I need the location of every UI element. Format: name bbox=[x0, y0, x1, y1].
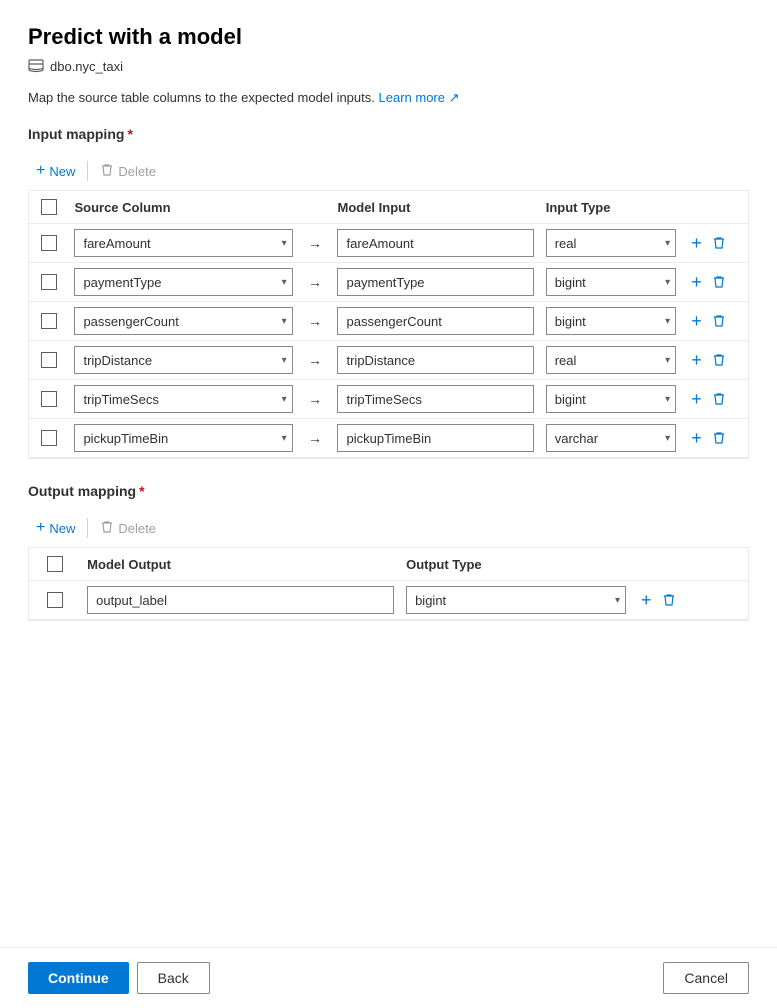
output-type-select-1[interactable]: bigint bbox=[406, 586, 626, 614]
required-star: * bbox=[127, 126, 132, 142]
input-mapping-section: Input mapping* + New Delete bbox=[28, 126, 749, 459]
arrow-1: → bbox=[308, 235, 322, 251]
input-mapping-title: Input mapping* bbox=[28, 126, 749, 142]
input-type-select-6[interactable]: varchar bbox=[546, 424, 676, 452]
input-mapping-row: passengerCount▾→bigint▾+ bbox=[29, 302, 748, 341]
input-row-checkbox-2[interactable] bbox=[41, 274, 57, 290]
output-delete-button[interactable]: Delete bbox=[92, 516, 164, 541]
input-mapping-row: paymentType▾→bigint▾+ bbox=[29, 263, 748, 302]
model-input-field-4[interactable] bbox=[337, 346, 533, 374]
arrow-6: → bbox=[308, 430, 322, 446]
description-text: Map the source table columns to the expe… bbox=[28, 90, 749, 106]
output-type-header: Output Type bbox=[400, 548, 632, 581]
page-title: Predict with a model bbox=[28, 24, 749, 50]
input-type-select-1[interactable]: real bbox=[546, 229, 676, 257]
db-label: dbo.nyc_taxi bbox=[50, 59, 123, 74]
input-mapping-row: fareAmount▾→real▾+ bbox=[29, 224, 748, 263]
select-all-input-checkbox[interactable] bbox=[41, 199, 57, 215]
add-row-button-6[interactable]: + bbox=[688, 425, 705, 452]
delete-row-button-4[interactable] bbox=[709, 350, 729, 370]
source-column-select-6[interactable]: pickupTimeBin bbox=[74, 424, 292, 452]
add-row-button-2[interactable]: + bbox=[688, 269, 705, 296]
model-output-header: Model Output bbox=[81, 548, 400, 581]
output-mapping-section: Output mapping* + New Delete bbox=[28, 483, 749, 621]
output-new-button[interactable]: + New bbox=[28, 515, 83, 541]
arrow-5: → bbox=[308, 391, 322, 407]
delete-row-button-1[interactable] bbox=[709, 233, 729, 253]
arrow-4: → bbox=[308, 352, 322, 368]
source-column-select-1[interactable]: fareAmount bbox=[74, 229, 292, 257]
delete-output-row-button-1[interactable] bbox=[659, 590, 679, 610]
source-column-header: Source Column bbox=[68, 191, 298, 224]
select-all-output-checkbox[interactable] bbox=[47, 556, 63, 572]
input-row-checkbox-3[interactable] bbox=[41, 313, 57, 329]
model-input-field-5[interactable] bbox=[337, 385, 533, 413]
model-input-field-1[interactable] bbox=[337, 229, 533, 257]
back-button[interactable]: Back bbox=[137, 962, 210, 994]
source-column-select-3[interactable]: passengerCount bbox=[74, 307, 292, 335]
output-mapping-row: bigint▾+ bbox=[29, 581, 748, 620]
add-row-button-1[interactable]: + bbox=[688, 230, 705, 257]
source-column-select-2[interactable]: paymentType bbox=[74, 268, 292, 296]
input-type-select-4[interactable]: real bbox=[546, 346, 676, 374]
output-mapping-title: Output mapping* bbox=[28, 483, 749, 499]
output-required-star: * bbox=[139, 483, 144, 499]
continue-button[interactable]: Continue bbox=[28, 962, 129, 994]
input-mapping-row: tripDistance▾→real▾+ bbox=[29, 341, 748, 380]
input-mapping-table: Source Column Model Input Input Type far… bbox=[29, 191, 748, 458]
input-row-checkbox-6[interactable] bbox=[41, 430, 57, 446]
input-type-select-5[interactable]: bigint bbox=[546, 385, 676, 413]
output-mapping-toolbar: + New Delete bbox=[28, 509, 749, 547]
add-output-row-button-1[interactable]: + bbox=[638, 587, 655, 614]
db-info: dbo.nyc_taxi bbox=[28, 58, 749, 74]
add-row-button-3[interactable]: + bbox=[688, 308, 705, 335]
model-output-field-1[interactable] bbox=[87, 586, 394, 614]
model-input-field-6[interactable] bbox=[337, 424, 533, 452]
input-type-select-3[interactable]: bigint bbox=[546, 307, 676, 335]
database-icon bbox=[28, 58, 44, 74]
delete-icon bbox=[100, 163, 114, 180]
toolbar-divider bbox=[87, 161, 88, 181]
delete-row-button-6[interactable] bbox=[709, 428, 729, 448]
output-row-checkbox-1[interactable] bbox=[47, 592, 63, 608]
delete-row-button-3[interactable] bbox=[709, 311, 729, 331]
output-mapping-table: Model Output Output Type bigint▾+ bbox=[29, 548, 748, 620]
cancel-button[interactable]: Cancel bbox=[663, 962, 749, 994]
output-delete-icon bbox=[100, 520, 114, 537]
model-input-header: Model Input bbox=[331, 191, 539, 224]
input-row-checkbox-1[interactable] bbox=[41, 235, 57, 251]
input-mapping-row: pickupTimeBin▾→varchar▾+ bbox=[29, 419, 748, 458]
output-toolbar-divider bbox=[87, 518, 88, 538]
input-mapping-row: tripTimeSecs▾→bigint▾+ bbox=[29, 380, 748, 419]
input-type-select-2[interactable]: bigint bbox=[546, 268, 676, 296]
output-plus-icon: + bbox=[36, 519, 45, 537]
add-row-button-5[interactable]: + bbox=[688, 386, 705, 413]
footer: Continue Back Cancel bbox=[0, 947, 777, 1008]
input-type-header: Input Type bbox=[540, 191, 682, 224]
source-column-select-4[interactable]: tripDistance bbox=[74, 346, 292, 374]
source-column-select-5[interactable]: tripTimeSecs bbox=[74, 385, 292, 413]
input-row-checkbox-5[interactable] bbox=[41, 391, 57, 407]
input-delete-button[interactable]: Delete bbox=[92, 159, 164, 184]
input-new-button[interactable]: + New bbox=[28, 158, 83, 184]
output-mapping-table-container: Model Output Output Type bigint▾+ bbox=[28, 547, 749, 621]
delete-row-button-5[interactable] bbox=[709, 389, 729, 409]
add-row-button-4[interactable]: + bbox=[688, 347, 705, 374]
arrow-2: → bbox=[308, 274, 322, 290]
learn-more-link[interactable]: Learn more ↗ bbox=[379, 90, 460, 105]
input-mapping-table-container: Source Column Model Input Input Type far… bbox=[28, 190, 749, 459]
input-mapping-toolbar: + New Delete bbox=[28, 152, 749, 190]
model-input-field-2[interactable] bbox=[337, 268, 533, 296]
delete-row-button-2[interactable] bbox=[709, 272, 729, 292]
arrow-3: → bbox=[308, 313, 322, 329]
input-row-checkbox-4[interactable] bbox=[41, 352, 57, 368]
model-input-field-3[interactable] bbox=[337, 307, 533, 335]
plus-icon: + bbox=[36, 162, 45, 180]
